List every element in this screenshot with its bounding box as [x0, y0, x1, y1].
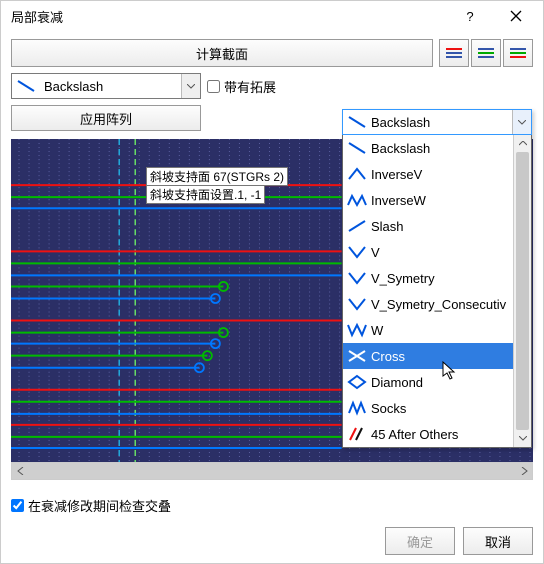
mode-red-button[interactable]: [439, 39, 469, 67]
content-area: 计算截面 Backslash 带有拓展 应用阵列: [1, 31, 543, 488]
help-button[interactable]: ?: [447, 1, 493, 31]
mode-blue-icon: [509, 46, 527, 60]
horizontal-scrollbar[interactable]: [11, 462, 533, 480]
dropdown-item-label: InverseW: [371, 193, 509, 208]
chevron-down-icon: [512, 110, 531, 134]
inversev-icon: [343, 166, 371, 182]
scroll-left-arrow[interactable]: [12, 463, 28, 479]
pattern-right-value: Backslash: [371, 115, 512, 130]
dropdown-item-label: V: [371, 245, 509, 260]
footer: 在衰减修改期间检查交叠 确定 取消: [1, 488, 543, 563]
tooltip-top: 斜坡支持面 67(STGRs 2): [146, 167, 288, 186]
dropdown-item-label: Backslash: [371, 141, 509, 156]
slash-icon: [343, 218, 371, 234]
compute-section-button[interactable]: 计算截面: [11, 39, 433, 67]
dropdown-item-label: V_Symetry: [371, 271, 509, 286]
pattern-left-value: Backslash: [40, 79, 181, 94]
dropdown-item-45-after-others[interactable]: 45 After Others: [343, 421, 513, 447]
vsym-icon: [343, 270, 371, 286]
pattern-right-dropdown: Backslash Backslash InverseV InverseW Slash…: [342, 109, 532, 448]
dropdown-item-label: 45 After Others: [371, 427, 509, 442]
socks-icon: [343, 400, 371, 416]
backslash-icon: [343, 140, 371, 156]
chevron-down-icon: [181, 74, 200, 98]
vsymc-icon: [343, 296, 371, 312]
mode-green-button[interactable]: [471, 39, 501, 67]
window-title: 局部衰减: [5, 7, 447, 26]
dropdown-item-v-symetry[interactable]: V_Symetry: [343, 265, 513, 291]
with-extension-label: 带有拓展: [224, 77, 276, 96]
display-mode-buttons: [439, 39, 533, 67]
ok-button[interactable]: 确定: [385, 527, 455, 555]
check-overlap-label: 在衰减修改期间检查交叠: [28, 496, 171, 515]
with-extension-checkbox[interactable]: 带有拓展: [207, 77, 276, 96]
diamond-icon: [343, 374, 371, 390]
dropdown-item-v-symetry-consecutiv[interactable]: V_Symetry_Consecutiv: [343, 291, 513, 317]
pattern-right-combo[interactable]: Backslash: [342, 109, 532, 135]
dropdown-item-label: Slash: [371, 219, 509, 234]
inversew-icon: [343, 192, 371, 208]
close-icon: [510, 10, 522, 22]
dropdown-item-inversew[interactable]: InverseW: [343, 187, 513, 213]
dropdown-item-v[interactable]: V: [343, 239, 513, 265]
scroll-up-arrow[interactable]: [514, 135, 531, 152]
close-button[interactable]: [493, 1, 539, 31]
check-overlap-checkbox[interactable]: 在衰减修改期间检查交叠: [11, 496, 533, 515]
mode-red-icon: [445, 46, 463, 60]
scroll-right-arrow[interactable]: [516, 463, 532, 479]
mode-blue-button[interactable]: [503, 39, 533, 67]
45-icon: [343, 426, 371, 442]
dropdown-item-backslash[interactable]: Backslash: [343, 135, 513, 161]
dropdown-item-label: Socks: [371, 401, 509, 416]
dropdown-item-label: InverseV: [371, 167, 509, 182]
compute-row: 计算截面: [11, 39, 533, 67]
dropdown-scrollbar[interactable]: [513, 135, 531, 447]
w-icon: [343, 322, 371, 338]
options-row: Backslash 带有拓展: [11, 73, 533, 99]
cancel-button[interactable]: 取消: [463, 527, 533, 555]
dropdown-item-socks[interactable]: Socks: [343, 395, 513, 421]
backslash-icon: [12, 79, 40, 93]
cross-icon: [343, 348, 371, 364]
dropdown-item-inversev[interactable]: InverseV: [343, 161, 513, 187]
check-overlap-input[interactable]: [11, 499, 24, 512]
backslash-icon: [343, 115, 371, 129]
apply-array-button[interactable]: 应用阵列: [11, 105, 201, 131]
dropdown-item-cross[interactable]: Cross: [343, 343, 513, 369]
tooltip-bottom: 斜坡支持面设置.1, -1: [146, 185, 265, 204]
dropdown-list[interactable]: Backslash InverseV InverseW Slash V V_Symetry…: [343, 135, 513, 447]
dropdown-item-label: W: [371, 323, 509, 338]
pattern-left-combo[interactable]: Backslash: [11, 73, 201, 99]
dropdown-item-label: Diamond: [371, 375, 509, 390]
v-icon: [343, 244, 371, 260]
scroll-thumb[interactable]: [12, 463, 532, 479]
dropdown-item-diamond[interactable]: Diamond: [343, 369, 513, 395]
dropdown-item-slash[interactable]: Slash: [343, 213, 513, 239]
dropdown-item-label: Cross: [371, 349, 509, 364]
mode-green-icon: [477, 46, 495, 60]
scroll-down-arrow[interactable]: [514, 430, 531, 447]
dropdown-item-label: V_Symetry_Consecutiv: [371, 297, 509, 312]
dialog-buttons: 确定 取消: [11, 527, 533, 555]
titlebar: 局部衰减 ?: [1, 1, 543, 31]
scroll-thumb[interactable]: [516, 152, 529, 430]
dropdown-item-w[interactable]: W: [343, 317, 513, 343]
with-extension-input[interactable]: [207, 80, 220, 93]
dialog-local-attenuation: 局部衰减 ? 计算截面 Backslash 带有拓展: [0, 0, 544, 564]
